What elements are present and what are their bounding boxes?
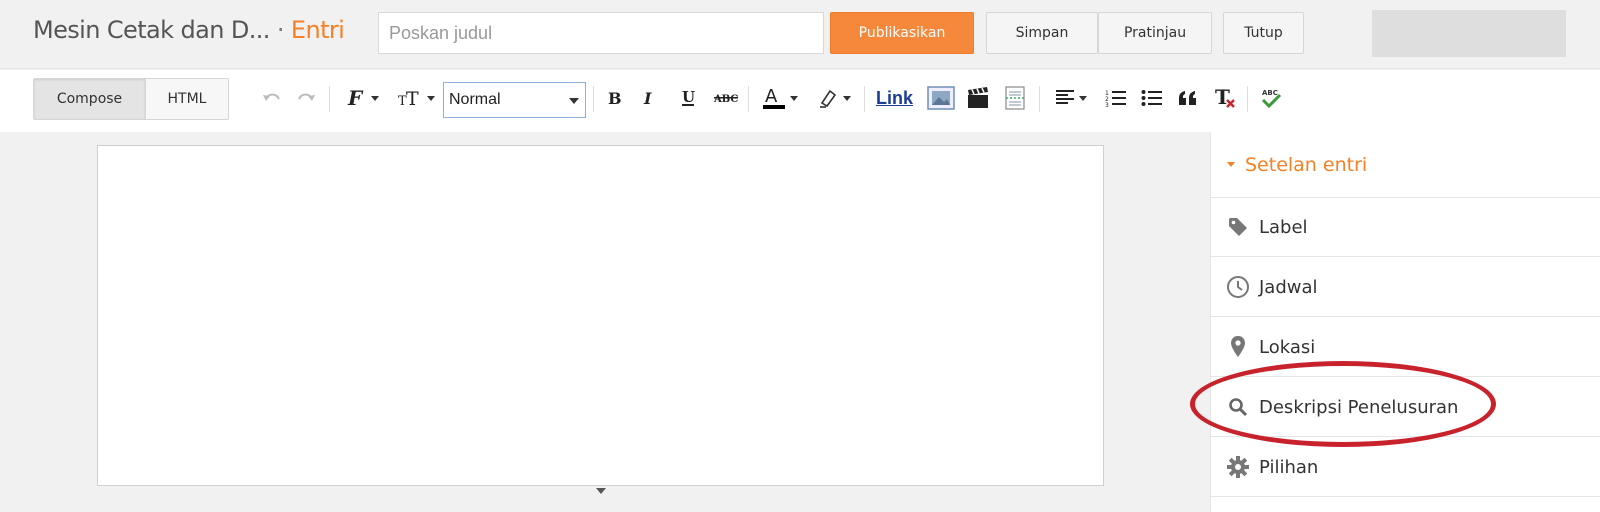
bold-icon[interactable]: B	[604, 84, 624, 112]
numbered-list-icon[interactable]: 123	[1103, 84, 1129, 112]
jump-break-icon[interactable]	[1001, 84, 1029, 112]
toolbar-divider	[1039, 86, 1040, 112]
blog-title[interactable]: Mesin Cetak dan D...	[33, 16, 270, 44]
svg-text:3: 3	[1105, 102, 1109, 108]
svg-text:ABC: ABC	[714, 94, 738, 105]
preview-button[interactable]: Pratinjau	[1098, 12, 1212, 54]
post-settings-header[interactable]: Setelan entri	[1211, 132, 1600, 198]
compose-mode-button[interactable]: Compose	[34, 79, 146, 119]
save-button[interactable]: Simpan	[986, 12, 1098, 54]
undo-icon[interactable]	[260, 84, 284, 112]
formatting-toolbar: Compose HTML F TT Normal B I U ABC A Lin…	[0, 70, 1600, 132]
editor-resize-handle[interactable]	[596, 488, 606, 494]
tag-icon	[1226, 215, 1250, 239]
chevron-down-icon	[790, 95, 798, 101]
bulleted-list-icon[interactable]	[1139, 84, 1165, 112]
toolbar-divider	[593, 86, 594, 112]
font-size-icon[interactable]: TT	[393, 84, 438, 112]
sidebar-item-text: Jadwal	[1259, 276, 1318, 298]
chevron-down-icon	[426, 95, 435, 101]
svg-text:U: U	[682, 88, 695, 106]
sidebar-item-options[interactable]: Pilihan	[1211, 438, 1600, 497]
triangle-down-icon	[1227, 162, 1235, 167]
svg-text:I: I	[643, 89, 652, 107]
format-select-value: Normal	[449, 91, 501, 108]
publish-button[interactable]: Publikasikan	[830, 12, 974, 54]
chevron-down-icon	[371, 95, 379, 101]
svg-text:ABC: ABC	[1262, 89, 1278, 97]
close-button[interactable]: Tutup	[1223, 12, 1304, 54]
sidebar-item-text: Label	[1259, 216, 1308, 238]
chevron-down-icon	[1079, 95, 1087, 101]
chevron-down-icon	[569, 98, 579, 104]
title-separator: ·	[276, 16, 285, 44]
align-icon[interactable]	[1050, 84, 1092, 112]
svg-text:B: B	[608, 89, 622, 107]
highlight-color-icon[interactable]	[813, 84, 855, 112]
insert-link-button[interactable]: Link	[876, 88, 913, 109]
page-title: Mesin Cetak dan D... · Entri	[33, 16, 345, 44]
svg-text:F: F	[347, 87, 364, 109]
quote-icon[interactable]	[1176, 84, 1200, 112]
section-label: Entri	[290, 16, 345, 44]
post-body-editor[interactable]	[97, 145, 1104, 486]
sidebar-item-search-description[interactable]: Deskripsi Penelusuran	[1211, 378, 1600, 437]
editor-mode-toggle: Compose HTML	[33, 78, 229, 120]
font-family-icon[interactable]: F	[341, 84, 383, 112]
redo-icon[interactable]	[294, 84, 318, 112]
clock-icon	[1226, 275, 1250, 299]
toolbar-divider	[329, 86, 330, 112]
svg-text:A: A	[765, 86, 778, 107]
sidebar-item-label[interactable]: Label	[1211, 198, 1600, 257]
account-area[interactable]	[1372, 10, 1566, 57]
location-pin-icon	[1226, 335, 1250, 359]
editor-header: Mesin Cetak dan D... · Entri Publikasika…	[0, 0, 1600, 69]
toolbar-divider	[748, 86, 749, 112]
underline-icon[interactable]: U	[678, 84, 698, 112]
gear-icon	[1226, 455, 1250, 479]
post-settings-title: Setelan entri	[1245, 153, 1368, 176]
svg-text:T: T	[406, 88, 419, 109]
image-icon[interactable]	[926, 84, 956, 112]
html-mode-button[interactable]: HTML	[146, 79, 228, 119]
spell-check-icon[interactable]: ABC	[1258, 84, 1284, 112]
strikethrough-icon[interactable]: ABC	[713, 84, 739, 112]
text-color-icon[interactable]: A	[759, 84, 801, 112]
sidebar-item-schedule[interactable]: Jadwal	[1211, 258, 1600, 317]
post-settings-panel: Setelan entri Label Jadwal Lokasi Deskri…	[1210, 132, 1600, 512]
italic-icon[interactable]: I	[640, 84, 660, 112]
paragraph-format-select[interactable]: Normal	[443, 82, 586, 118]
toolbar-divider	[864, 86, 865, 112]
sidebar-item-text: Deskripsi Penelusuran	[1259, 396, 1459, 418]
search-icon	[1226, 395, 1250, 419]
sidebar-item-text: Lokasi	[1259, 336, 1316, 358]
video-icon[interactable]	[964, 84, 992, 112]
sidebar-item-text: Pilihan	[1259, 456, 1319, 478]
remove-format-icon[interactable]: T	[1212, 84, 1238, 112]
sidebar-item-location[interactable]: Lokasi	[1211, 318, 1600, 377]
post-title-input[interactable]	[378, 12, 824, 54]
toolbar-divider	[1247, 86, 1248, 112]
chevron-down-icon	[843, 95, 851, 101]
